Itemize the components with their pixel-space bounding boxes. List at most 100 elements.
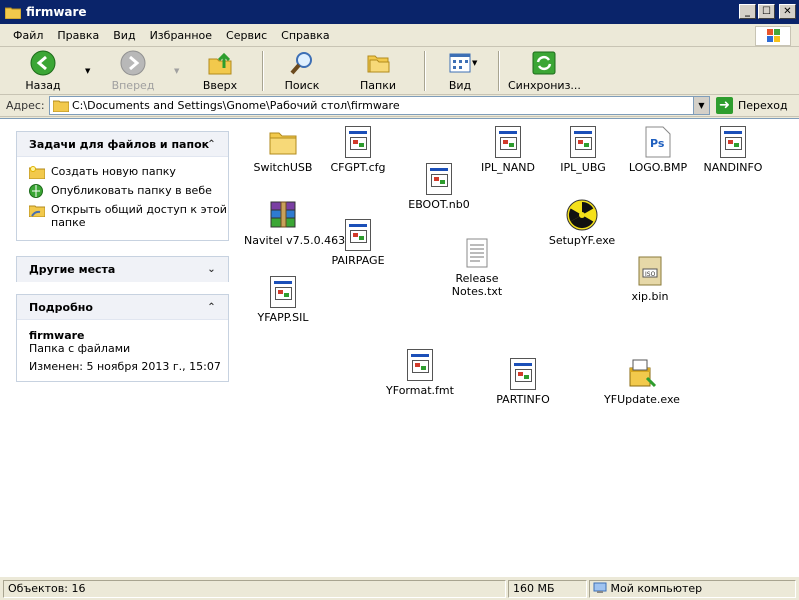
menu-tools[interactable]: Сервис xyxy=(219,27,274,44)
maximize-button[interactable]: ☐ xyxy=(758,4,775,19)
task-publish-web-label: Опубликовать папку в вебе xyxy=(51,184,212,197)
menu-help[interactable]: Справка xyxy=(274,27,336,44)
file-name: PAIRPAGE xyxy=(331,254,385,267)
file-item[interactable]: SwitchUSB xyxy=(248,126,318,174)
file-name: CFGPT.cfg xyxy=(330,161,386,174)
svg-text:Ps: Ps xyxy=(650,137,665,150)
status-bar: Объектов: 16 160 МБ Мой компьютер xyxy=(0,576,799,600)
minimize-button[interactable]: _ xyxy=(739,4,756,19)
close-button[interactable]: ✕ xyxy=(779,4,796,19)
folder-icon xyxy=(52,99,70,113)
details-name: firmware xyxy=(29,329,85,342)
folder-icon xyxy=(4,6,22,19)
file-item[interactable]: YFAPP.SIL xyxy=(248,276,318,324)
search-button[interactable]: Поиск xyxy=(280,49,324,93)
other-places-panel: Другие места ⌄ xyxy=(16,256,229,282)
file-name: YFAPP.SIL xyxy=(257,311,309,324)
status-location-cell: Мой компьютер xyxy=(589,580,796,598)
text-file-icon xyxy=(465,237,489,269)
file-item[interactable]: PARTINFO xyxy=(488,358,558,406)
file-item[interactable]: IPL_UBG xyxy=(548,126,618,174)
photoshop-file-icon: Ps xyxy=(645,126,671,158)
minimize-icon: _ xyxy=(745,5,750,17)
expand-chevron-icon[interactable]: ⌄ xyxy=(204,262,219,277)
task-share-folder[interactable]: Открыть общий доступ к этой папке xyxy=(17,203,228,229)
sync-label: Синхрониз... xyxy=(508,79,581,92)
details-modified: Изменен: 5 ноября 2013 г., 15:07 xyxy=(29,360,221,373)
forward-label: Вперед xyxy=(111,79,155,92)
close-icon: ✕ xyxy=(783,5,792,17)
generic-file-icon xyxy=(426,163,452,195)
file-item[interactable]: CFGPT.cfg xyxy=(323,126,393,174)
folder-up-icon xyxy=(207,50,233,76)
file-item[interactable]: Ps LOGO.BMP xyxy=(623,126,693,174)
menu-view[interactable]: Вид xyxy=(106,27,142,44)
file-item[interactable]: YFUpdate.exe xyxy=(604,358,680,406)
up-button[interactable]: Вверх xyxy=(198,49,242,93)
file-item[interactable]: SetupYF.exe xyxy=(545,199,619,247)
folder-icon xyxy=(269,126,297,158)
search-icon xyxy=(289,50,315,76)
file-item[interactable]: YFormat.fmt xyxy=(384,349,456,397)
file-name: PARTINFO xyxy=(496,393,550,406)
tasks-panel: Задачи для файлов и папок ⌃ Создать нову… xyxy=(16,131,229,241)
sync-icon xyxy=(531,50,557,76)
file-name: Release Notes.txt xyxy=(451,272,503,298)
back-button[interactable]: Назад xyxy=(18,49,68,93)
file-name: NANDINFO xyxy=(703,161,763,174)
details-panel: Подробно ⌃ firmware Папка с файлами Изме… xyxy=(16,294,229,382)
details-type: Папка с файлами xyxy=(29,342,131,355)
details-header[interactable]: Подробно ⌃ xyxy=(17,295,228,320)
collapse-chevron-icon[interactable]: ⌃ xyxy=(204,300,219,315)
file-item[interactable]: Navitel v7.5.0.463... xyxy=(244,199,356,247)
up-label: Вверх xyxy=(202,79,238,92)
file-item[interactable]: EBOOT.nb0 xyxy=(404,163,474,211)
go-button[interactable]: ➜ Переход xyxy=(716,96,788,115)
task-share-folder-label: Открыть общий доступ к этой папке xyxy=(51,203,227,229)
other-places-header[interactable]: Другие места ⌄ xyxy=(17,257,228,282)
forward-dropdown-icon[interactable]: ▼ xyxy=(174,67,179,75)
file-name: LOGO.BMP xyxy=(628,161,688,174)
folders-button[interactable]: Папки xyxy=(356,49,400,93)
status-location: Мой компьютер xyxy=(610,582,703,595)
status-size: 160 МБ xyxy=(508,580,587,598)
title-bar: firmware _ ☐ ✕ xyxy=(0,0,799,24)
generic-file-icon xyxy=(270,276,296,308)
content-area: Задачи для файлов и папок ⌃ Создать нову… xyxy=(0,118,799,576)
details-title: Подробно xyxy=(29,300,93,314)
view-label: Вид xyxy=(448,79,472,92)
address-bar: Адрес: C:\Documents and Settings\Gnome\Р… xyxy=(0,95,799,117)
status-objects: Объектов: 16 xyxy=(3,580,506,598)
generic-file-icon xyxy=(570,126,596,158)
file-item[interactable]: PAIRPAGE xyxy=(323,219,393,267)
file-item[interactable]: Release Notes.txt xyxy=(442,237,512,298)
view-dropdown-icon[interactable]: ▼ xyxy=(472,59,477,67)
tasks-panel-header[interactable]: Задачи для файлов и папок ⌃ xyxy=(17,132,228,157)
forward-button[interactable]: Вперед xyxy=(108,49,158,93)
back-dropdown-icon[interactable]: ▼ xyxy=(85,67,90,75)
radiation-exe-icon xyxy=(566,199,598,231)
file-name: Navitel v7.5.0.463... xyxy=(244,234,356,247)
go-label: Переход xyxy=(738,99,788,112)
back-label: Назад xyxy=(25,79,61,92)
file-item[interactable]: ISO xip.bin xyxy=(615,255,685,303)
task-publish-web[interactable]: Опубликовать папку в вебе xyxy=(17,184,228,203)
address-input[interactable]: C:\Documents and Settings\Gnome\Рабочий … xyxy=(49,96,710,115)
back-arrow-icon xyxy=(30,50,56,76)
menu-edit[interactable]: Правка xyxy=(50,27,106,44)
sync-button[interactable]: Синхрониз... xyxy=(508,49,581,93)
tasks-title: Задачи для файлов и папок xyxy=(29,137,210,151)
maximize-icon: ☐ xyxy=(762,5,771,17)
task-new-folder[interactable]: Создать новую папку xyxy=(17,165,228,184)
menu-file[interactable]: Файл xyxy=(6,27,50,44)
file-item[interactable]: IPL_NAND xyxy=(473,126,543,174)
view-button[interactable]: Вид xyxy=(440,49,480,93)
file-item[interactable]: NANDINFO xyxy=(697,126,769,174)
address-dropdown-icon[interactable]: ▼ xyxy=(693,97,709,114)
generic-file-icon xyxy=(510,358,536,390)
collapse-chevron-icon[interactable]: ⌃ xyxy=(204,137,219,152)
menu-favorites[interactable]: Избранное xyxy=(143,27,219,44)
toolbar: Назад ▼ Вперед ▼ Вверх Поиск Папки Вид ▼ xyxy=(0,47,799,95)
winrar-archive-icon xyxy=(267,199,299,231)
search-label: Поиск xyxy=(284,79,320,92)
